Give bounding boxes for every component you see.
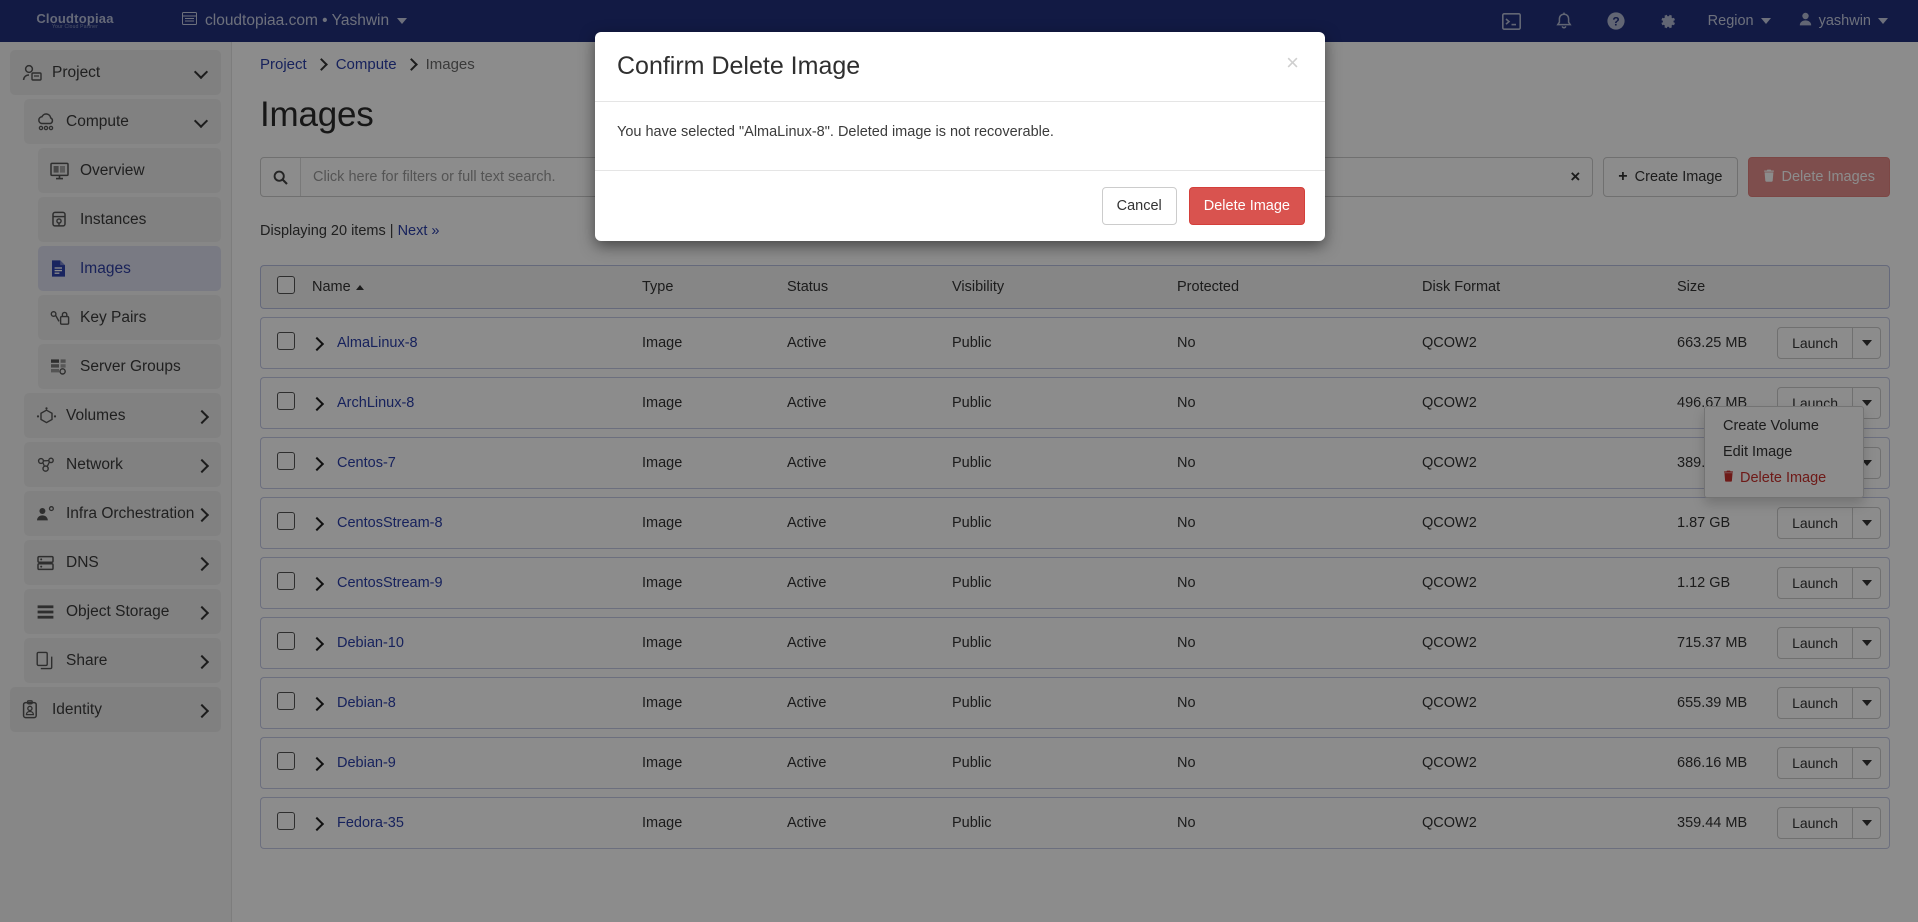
modal-title: Confirm Delete Image <box>617 52 860 81</box>
confirm-delete-modal: Confirm Delete Image × You have selected… <box>595 32 1325 241</box>
cancel-button[interactable]: Cancel <box>1102 187 1177 225</box>
confirm-delete-image-button[interactable]: Delete Image <box>1189 187 1305 225</box>
modal-header: Confirm Delete Image × <box>595 32 1325 102</box>
modal-body: You have selected "AlmaLinux-8". Deleted… <box>595 102 1325 171</box>
close-icon[interactable]: × <box>1284 52 1301 74</box>
modal-footer: Cancel Delete Image <box>595 171 1325 241</box>
